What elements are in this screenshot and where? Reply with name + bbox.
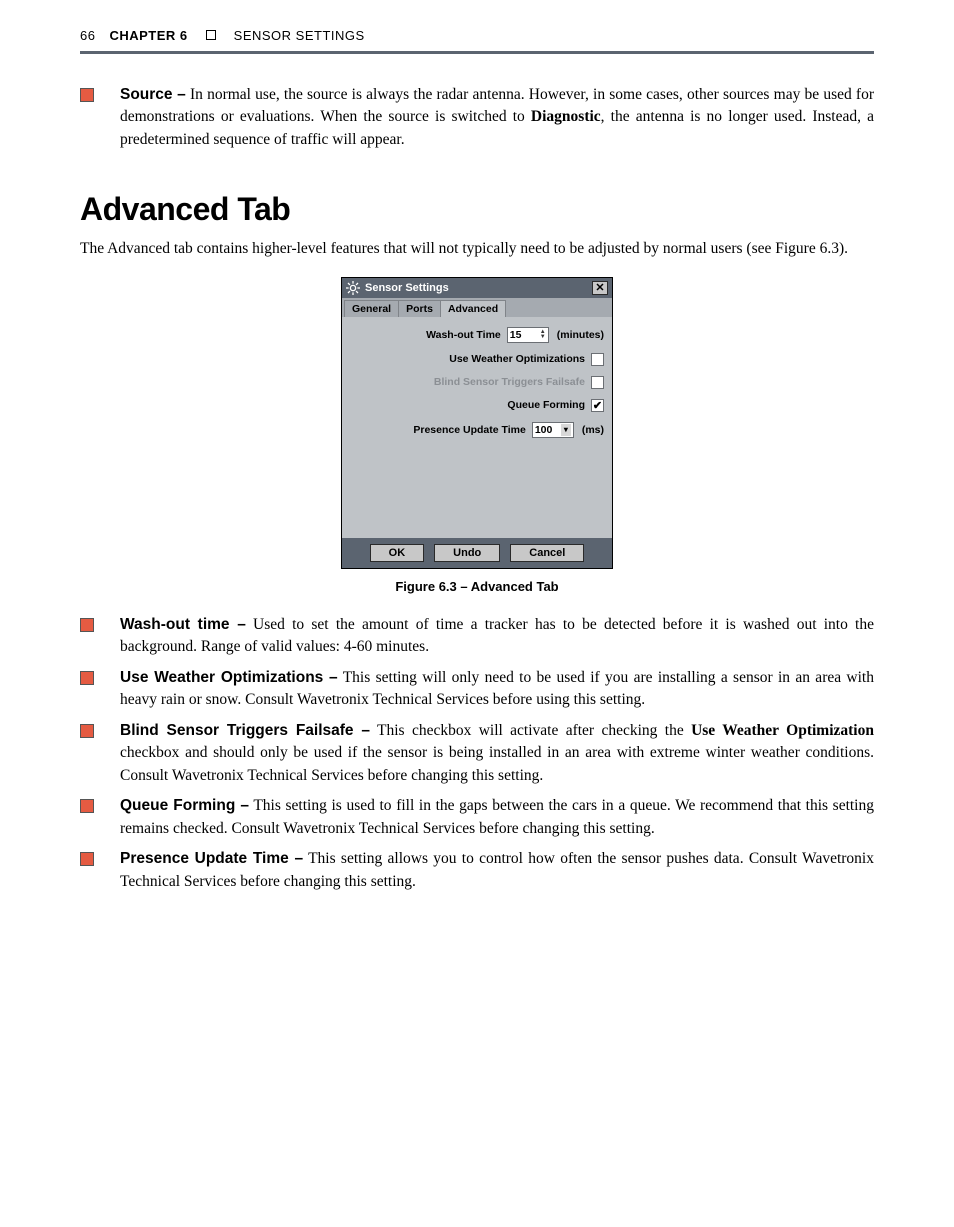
cancel-button[interactable]: Cancel (510, 544, 584, 562)
bullet-term: Use Weather Optimizations – (120, 669, 338, 686)
blind-checkbox (591, 376, 604, 389)
weather-checkbox[interactable] (591, 353, 604, 366)
bullet-term: Queue Forming – (120, 797, 249, 814)
checkmark-icon: ✔ (593, 399, 602, 412)
close-icon[interactable]: ✕ (592, 281, 608, 295)
bullet-weather: Use Weather Optimizations – This setting… (80, 667, 874, 712)
queue-label: Queue Forming (507, 399, 585, 411)
presence-unit: (ms) (582, 424, 604, 436)
spinner-arrows-icon[interactable]: ▲▼ (540, 330, 546, 340)
section-heading: Advanced Tab (80, 191, 874, 228)
chapter-label: CHAPTER 6 (109, 28, 187, 43)
page-header: 66 CHAPTER 6 SENSOR SETTINGS (80, 28, 874, 54)
queue-checkbox[interactable]: ✔ (591, 399, 604, 412)
presence-label: Presence Update Time (413, 424, 525, 436)
bullet-source: Source – In normal use, the source is al… (80, 84, 874, 151)
blind-label: Blind Sensor Triggers Failsafe (434, 376, 585, 388)
row-washout: Wash-out Time 15 ▲▼ (minutes) (350, 327, 604, 343)
bullet-term: Source – (120, 86, 186, 103)
dialog-footer: OK Undo Cancel (342, 538, 612, 568)
bullet-presence: Presence Update Time – This setting allo… (80, 848, 874, 893)
washout-spinner[interactable]: 15 ▲▼ (507, 327, 549, 343)
bullet-bold: Use Weather Optimization (691, 722, 874, 739)
dialog-body: Wash-out Time 15 ▲▼ (minutes) Use Weathe… (342, 317, 612, 538)
washout-unit: (minutes) (557, 329, 604, 341)
bullet-bold: Diagnostic (531, 108, 601, 125)
tab-general[interactable]: General (344, 300, 399, 317)
square-separator-icon (206, 30, 216, 40)
washout-label: Wash-out Time (426, 329, 501, 341)
bullet-text1: This checkbox will activate after checki… (370, 722, 691, 739)
gear-icon (346, 281, 360, 295)
dialog-tabs: General Ports Advanced (342, 298, 612, 317)
presence-value: 100 (535, 424, 553, 436)
bullet-text2: checkbox and should only be used if the … (120, 744, 874, 783)
undo-button[interactable]: Undo (434, 544, 500, 562)
weather-label: Use Weather Optimizations (449, 353, 585, 365)
intro-paragraph: The Advanced tab contains higher-level f… (80, 238, 874, 260)
tab-advanced[interactable]: Advanced (440, 300, 506, 317)
row-presence: Presence Update Time 100 ▾ (ms) (350, 422, 604, 438)
bullet-term: Wash-out time – (120, 616, 246, 633)
washout-value: 15 (510, 329, 522, 341)
row-queue: Queue Forming ✔ (350, 399, 604, 412)
sensor-settings-dialog: Sensor Settings ✕ General Ports Advanced… (341, 277, 613, 569)
row-weather: Use Weather Optimizations (350, 353, 604, 366)
page-number: 66 (80, 28, 95, 43)
figure-caption: Figure 6.3 – Advanced Tab (80, 579, 874, 594)
bullet-blind: Blind Sensor Triggers Failsafe – This ch… (80, 720, 874, 787)
section-name: SENSOR SETTINGS (234, 28, 365, 43)
dialog-titlebar: Sensor Settings ✕ (342, 278, 612, 298)
dialog-title-text: Sensor Settings (365, 282, 449, 294)
row-blind: Blind Sensor Triggers Failsafe (350, 376, 604, 389)
tab-ports[interactable]: Ports (398, 300, 441, 317)
bullet-queue: Queue Forming – This setting is used to … (80, 795, 874, 840)
bullet-term: Presence Update Time – (120, 850, 303, 867)
ok-button[interactable]: OK (370, 544, 425, 562)
dropdown-arrow-icon[interactable]: ▾ (561, 424, 571, 436)
presence-combo[interactable]: 100 ▾ (532, 422, 574, 438)
bullet-term: Blind Sensor Triggers Failsafe – (120, 722, 370, 739)
bullet-washout: Wash-out time – Used to set the amount o… (80, 614, 874, 659)
